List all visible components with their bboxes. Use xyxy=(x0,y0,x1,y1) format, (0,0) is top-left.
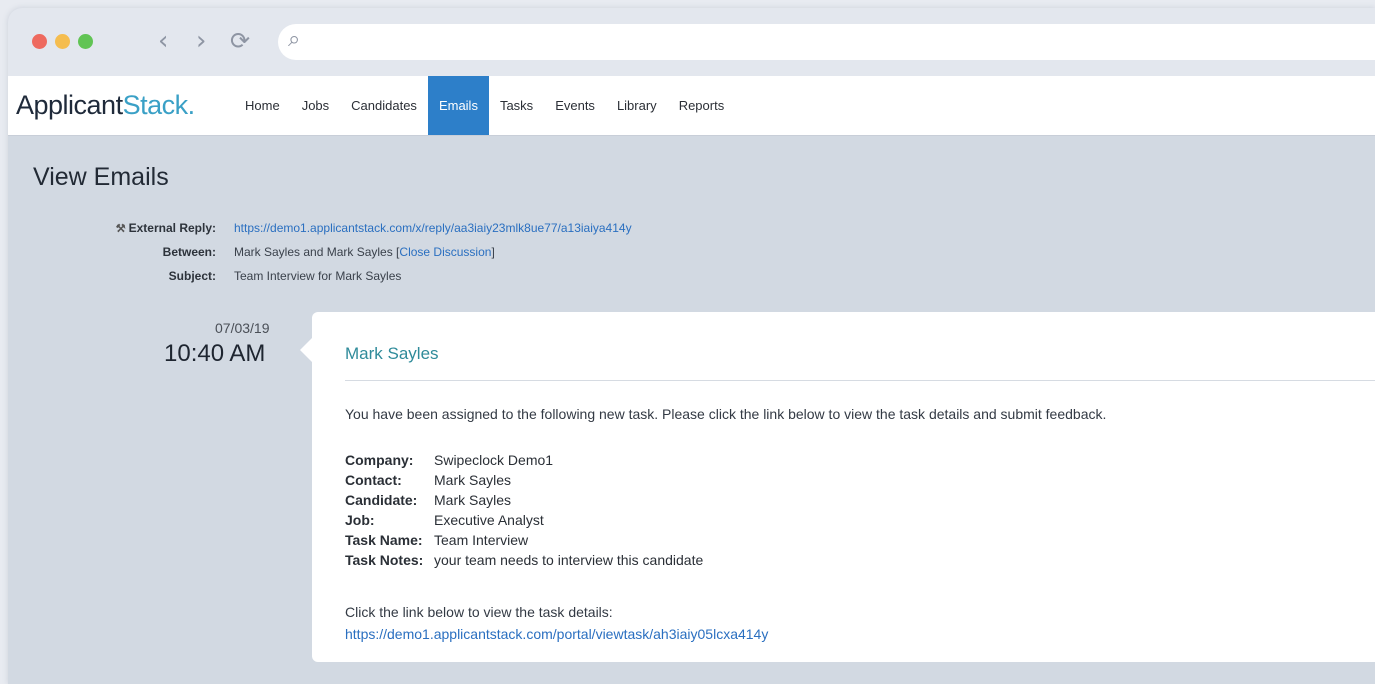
email-message-card: Mark Sayles You have been assigned to th… xyxy=(300,312,1375,662)
subject-value: Team Interview for Mark Sayles xyxy=(234,269,402,283)
nav-events[interactable]: Events xyxy=(544,76,606,135)
page-title: View Emails xyxy=(33,163,169,191)
between-close-bracket: ] xyxy=(491,245,495,259)
detail-value: Executive Analyst xyxy=(434,512,544,528)
nav-home[interactable]: Home xyxy=(234,76,291,135)
message-time: 10:40 AM xyxy=(164,340,266,367)
task-details: Company: Swipeclock Demo1 Contact: Mark Sa… xyxy=(345,450,703,570)
nav-reports[interactable]: Reports xyxy=(668,76,736,135)
detail-value: Mark Sayles xyxy=(434,492,512,508)
between-label: Between: xyxy=(162,245,216,259)
nav-emails[interactable]: Emails xyxy=(427,76,489,135)
browser-titlebar: ‹ › ⟳ ⌕ xyxy=(8,8,1375,76)
detail-value: Swipeclock Demo1 xyxy=(434,452,554,468)
reload-icon[interactable]: ⟳ xyxy=(230,28,250,54)
message-intro: You have been assigned to the following … xyxy=(345,406,1107,422)
detail-key: Job: xyxy=(345,512,375,528)
maximize-window-button[interactable] xyxy=(78,34,93,49)
nav-library[interactable]: Library xyxy=(606,76,668,135)
logo-dot: . xyxy=(187,90,196,120)
app-header: ApplicantStack. Home Jobs Candidates Ema… xyxy=(8,76,1375,136)
view-task-link[interactable]: https://demo1.applicantstack.com/portal/… xyxy=(345,626,768,642)
logo-text-main: Applicant xyxy=(16,90,123,120)
detail-row: Contact: Mark Sayles xyxy=(345,470,703,490)
detail-row: Task Name: Team Interview xyxy=(345,530,703,550)
address-bar[interactable]: ⌕ xyxy=(278,24,1375,60)
wrench-icon: ⚒ xyxy=(115,223,129,235)
detail-row: Task Notes: your team needs to interview … xyxy=(345,550,703,570)
back-icon[interactable]: ‹ xyxy=(158,28,168,54)
nav-candidates[interactable]: Candidates xyxy=(340,76,428,135)
footer-text: Click the link below to view the task de… xyxy=(345,604,613,620)
detail-key: Task Notes: xyxy=(345,552,424,568)
close-discussion-link[interactable]: Close Discussion xyxy=(399,245,491,259)
detail-value: Mark Sayles xyxy=(434,472,512,488)
external-reply-label: ⚒ External Reply: xyxy=(115,221,216,235)
close-window-button[interactable] xyxy=(32,34,47,49)
detail-row: Candidate: Mark Sayles xyxy=(345,490,703,510)
detail-row: Job: Executive Analyst xyxy=(345,510,703,530)
message-date: 07/03/19 xyxy=(215,320,270,336)
nav-tasks[interactable]: Tasks xyxy=(489,76,544,135)
main-nav: Home Jobs Candidates Emails Tasks Events… xyxy=(234,76,735,135)
detail-key: Contact: xyxy=(345,472,402,488)
detail-value: your team needs to interview this candid… xyxy=(434,552,704,568)
external-reply-link[interactable]: https://demo1.applicantstack.com/x/reply… xyxy=(234,221,632,235)
forward-icon[interactable]: › xyxy=(196,28,206,54)
message-sender: Mark Sayles xyxy=(345,344,439,363)
detail-value: Team Interview xyxy=(434,532,529,548)
detail-key: Candidate: xyxy=(345,492,418,508)
minimize-window-button[interactable] xyxy=(55,34,70,49)
logo-text-stack: Stack xyxy=(122,90,189,120)
main-content: View Emails ⚒ External Reply: https://de… xyxy=(8,136,1375,684)
applicantstack-logo[interactable]: ApplicantStack. xyxy=(16,90,195,121)
search-icon: ⌕ xyxy=(288,27,301,52)
browser-window: ‹ › ⟳ ⌕ ApplicantStack. Home Jobs Candid… xyxy=(8,8,1375,684)
detail-key: Task Name: xyxy=(345,532,423,548)
subject-label: Subject: xyxy=(168,269,216,283)
message-divider xyxy=(345,380,1375,381)
detail-key: Company: xyxy=(345,452,414,468)
nav-jobs[interactable]: Jobs xyxy=(291,76,340,135)
detail-row: Company: Swipeclock Demo1 xyxy=(345,450,703,470)
between-value: Mark Sayles and Mark Sayles [ xyxy=(234,245,400,259)
